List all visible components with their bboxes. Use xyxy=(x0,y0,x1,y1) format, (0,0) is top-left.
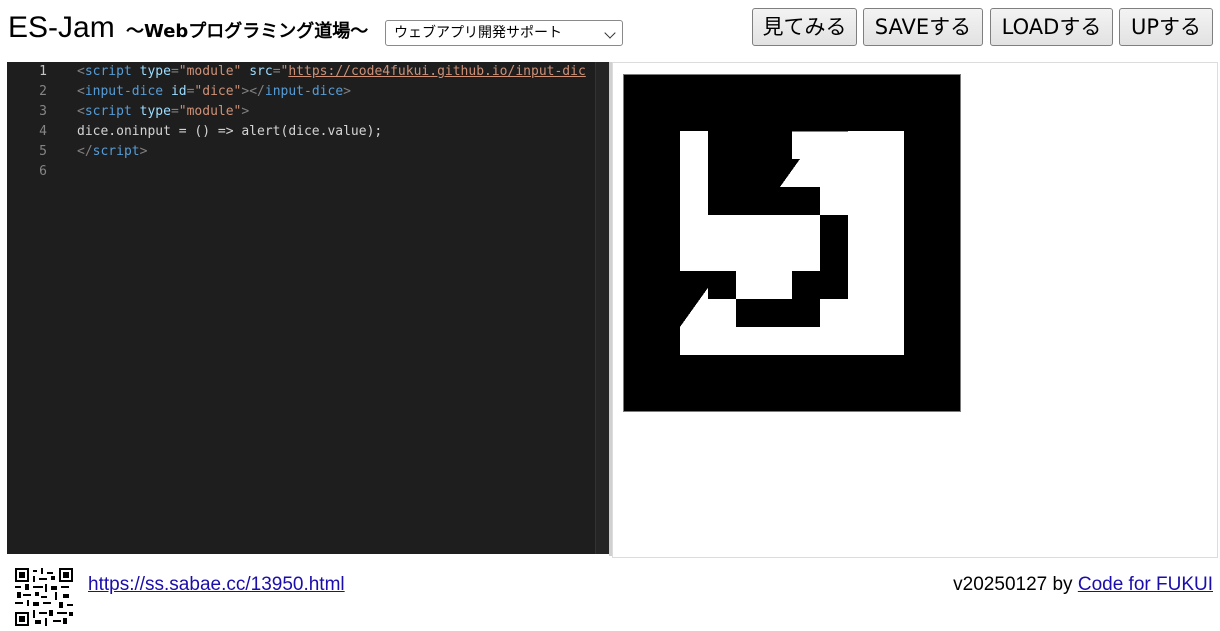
code-token: > xyxy=(139,144,148,159)
code-token: < xyxy=(77,104,85,119)
line-number: 4 xyxy=(39,124,47,139)
version-info: v20250127 by Code for FUKUI xyxy=(953,574,1213,596)
line-number: 2 xyxy=(39,84,47,99)
code-token: script xyxy=(84,64,132,79)
line-number: 3 xyxy=(39,104,47,119)
code-token: type xyxy=(139,64,171,79)
code-line[interactable]: 4 dice.oninput = () => alert(dice.value)… xyxy=(7,122,595,142)
version-text: v20250127 by xyxy=(953,574,1078,595)
input-dice[interactable] xyxy=(623,74,961,412)
code-token: script xyxy=(92,144,140,159)
view-button[interactable]: 見てみる xyxy=(752,8,857,46)
line-number: 6 xyxy=(39,164,47,179)
code-token: "module" xyxy=(178,104,242,119)
line-code[interactable]: <script type="module"> xyxy=(77,102,249,122)
code-token: input-dice xyxy=(84,84,164,99)
code-token: "module" xyxy=(178,64,242,79)
line-code[interactable]: </script> xyxy=(77,142,147,162)
code-token: = xyxy=(170,104,179,119)
upload-button[interactable]: UPする xyxy=(1119,8,1213,46)
code-token: < xyxy=(77,84,85,99)
code-token: = xyxy=(272,64,281,79)
org-link[interactable]: Code for FUKUI xyxy=(1078,574,1213,595)
chevron-down-icon xyxy=(604,27,616,39)
code-token: = xyxy=(170,64,179,79)
mode-select[interactable]: ウェブアプリ開発サポート xyxy=(385,20,623,46)
editor-scrollbar[interactable] xyxy=(595,62,609,554)
line-code[interactable]: dice.oninput = () => alert(dice.value); xyxy=(77,122,382,142)
code-token: script xyxy=(84,104,132,119)
preview-pane xyxy=(612,62,1218,558)
share-url-link[interactable]: https://ss.sabae.cc/13950.html xyxy=(88,574,345,596)
code-line[interactable]: 6 xyxy=(7,162,595,182)
code-token: > xyxy=(241,104,250,119)
footer: https://ss.sabae.cc/13950.html v20250127… xyxy=(0,560,1220,631)
code-line[interactable]: 3 <script type="module"> xyxy=(7,102,595,122)
code-url-link[interactable]: https://code4fukui.github.io/input-dic xyxy=(288,64,585,79)
code-token: id xyxy=(170,84,187,99)
code-token: </ xyxy=(77,144,93,159)
load-button[interactable]: LOADする xyxy=(990,8,1113,46)
code-token: "dice" xyxy=(194,84,242,99)
code-editor[interactable]: 1 <script type="module" src="https://cod… xyxy=(7,62,609,554)
app-subtitle: 〜Webプログラミング道場〜 xyxy=(126,21,369,42)
qr-code-icon xyxy=(15,568,73,626)
line-number: 1 xyxy=(39,64,47,79)
code-line[interactable]: 2 <input-dice id="dice"></input-dice> xyxy=(7,82,595,102)
code-token: < xyxy=(77,64,85,79)
code-line[interactable]: 1 <script type="module" src="https://cod… xyxy=(7,62,595,82)
save-button[interactable]: SAVEする xyxy=(863,8,983,46)
code-token: > xyxy=(343,84,351,99)
dice-face-icon xyxy=(624,75,960,411)
line-code[interactable]: <script type="module" src="https://code4… xyxy=(77,62,586,82)
code-token: src xyxy=(249,64,273,79)
line-number: 5 xyxy=(39,144,47,159)
line-code[interactable]: <input-dice id="dice"></input-dice> xyxy=(77,82,351,102)
code-token: type xyxy=(139,104,171,119)
app-header: ES-Jam 〜Webプログラミング道場〜 ウェブアプリ開発サポート 見てみる … xyxy=(0,0,1220,60)
app-title: ES-Jam xyxy=(8,11,115,44)
code-token: input-dice xyxy=(264,84,344,99)
code-token: ></ xyxy=(241,84,265,99)
mode-select-value: ウェブアプリ開発サポート xyxy=(394,25,562,41)
code-line[interactable]: 5 </script> xyxy=(7,142,595,162)
